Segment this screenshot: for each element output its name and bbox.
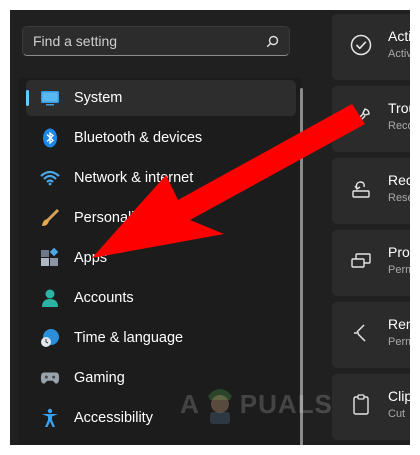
- card-clipboard[interactable]: Clip Cut: [332, 374, 410, 440]
- nav-label-accessibility: Accessibility: [74, 410, 153, 426]
- nav-item-accounts[interactable]: Accounts: [26, 280, 296, 316]
- card-title: Trou: [388, 100, 410, 116]
- brush-icon: [40, 208, 60, 228]
- card-projecting[interactable]: Pro Perm: [332, 230, 410, 296]
- bluetooth-icon: [40, 128, 60, 148]
- mascot-logo: [207, 389, 232, 424]
- nav-item-personalization[interactable]: Personalization: [26, 200, 296, 236]
- card-subtitle: Activ: [388, 48, 410, 60]
- card-subtitle: Reco: [388, 120, 410, 132]
- nav-label-accounts: Accounts: [74, 290, 134, 306]
- apps-icon: [40, 248, 60, 268]
- watermark-text-right: PUALS: [239, 388, 333, 419]
- watermark: A PUALS: [180, 382, 333, 426]
- nav-label-system: System: [74, 90, 123, 106]
- card-title: Clip: [388, 388, 410, 404]
- wifi-icon: [40, 168, 60, 188]
- nav-label-network: Network & internet: [74, 170, 194, 186]
- wrench-icon: [350, 106, 372, 128]
- clipboard-icon: [350, 394, 372, 416]
- card-troubleshoot[interactable]: Trou Reco: [332, 86, 410, 152]
- gamepad-icon: [40, 368, 60, 388]
- card-subtitle: Perm: [388, 264, 410, 276]
- watermark-text-left: A: [180, 388, 200, 419]
- card-title: Pro: [388, 244, 410, 260]
- nav-label-personalization: Personalization: [74, 210, 174, 226]
- search-box[interactable]: Find a setting: [22, 26, 290, 56]
- card-title: Acti: [388, 28, 410, 44]
- monitor-icon: [40, 88, 60, 108]
- nav-label-bluetooth: Bluetooth & devices: [74, 130, 203, 146]
- projector-icon: [350, 250, 372, 272]
- remote-icon: [350, 322, 372, 344]
- settings-window: Find a setting System Bluetooth & device…: [10, 10, 410, 445]
- card-title: Rec: [388, 172, 410, 188]
- card-subtitle: Perm: [388, 336, 410, 348]
- nav-item-system[interactable]: System: [26, 80, 296, 116]
- nav-item-bluetooth[interactable]: Bluetooth & devices: [26, 120, 296, 156]
- search-icon[interactable]: [265, 34, 279, 48]
- card-activation[interactable]: Acti Activ: [332, 14, 410, 80]
- globe-clock-icon: [40, 328, 60, 348]
- nav-item-time-language[interactable]: Time & language: [26, 320, 296, 356]
- card-title: Ren: [388, 316, 410, 332]
- nav-item-apps[interactable]: Apps: [26, 240, 296, 276]
- check-circle-icon: [350, 34, 372, 56]
- search-input[interactable]: Find a setting: [33, 33, 265, 49]
- recovery-icon: [350, 178, 372, 200]
- nav-label-time-language: Time & language: [74, 330, 184, 346]
- selection-indicator: [26, 90, 29, 106]
- card-remote-desktop[interactable]: Ren Perm: [332, 302, 410, 368]
- nav-label-apps: Apps: [74, 250, 108, 266]
- nav-item-network[interactable]: Network & internet: [26, 160, 296, 196]
- card-recovery[interactable]: Rec Rese: [332, 158, 410, 224]
- person-icon: [40, 288, 60, 308]
- accessibility-icon: [40, 408, 60, 428]
- card-subtitle: Cut: [388, 408, 406, 420]
- card-subtitle: Rese: [388, 192, 410, 204]
- nav-label-gaming: Gaming: [74, 370, 125, 386]
